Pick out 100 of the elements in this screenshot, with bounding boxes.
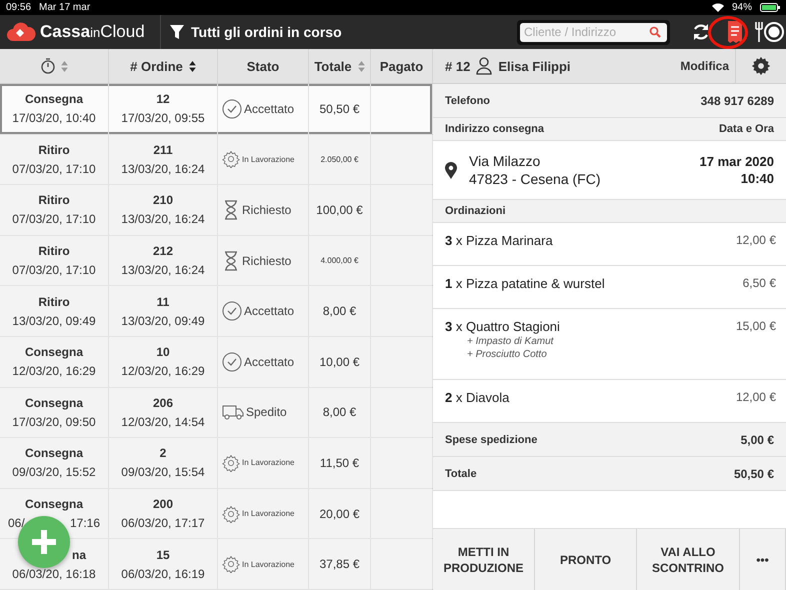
created-time: 09/03/20, 15:54 <box>121 465 205 480</box>
item-price: 6,50 € <box>742 276 776 292</box>
created-time: 12/03/20, 16:29 <box>121 364 205 378</box>
address-label: Indirizzo consegna <box>445 123 544 135</box>
order-status: Richiesto <box>242 254 292 268</box>
due-time: 07/03/20, 17:10 <box>12 263 96 278</box>
item-extra: + Impasto di Kamut <box>466 336 555 347</box>
order-row[interactable]: Ritiro 07/03/20, 17:10 212 13/03/20, 16:24 Richiesto 4.000,00 € <box>0 236 432 286</box>
orders-label: Ordinazioni <box>445 205 506 217</box>
summary-label: Totale <box>445 468 477 480</box>
order-row[interactable]: Consegna 17/03/20, 09:50 206 12/03/20, 14:54 Spedito 8,00 € <box>0 388 432 438</box>
city: 47823 - Cesena (FC) <box>469 171 602 187</box>
order-row[interactable]: na 06/03/20, 16:18 15 06/03/20, 16:19 In Lavorazione 37,85 € <box>0 539 432 590</box>
item-price: 12,00 € <box>736 233 776 249</box>
customer-name: Elisa Filippi <box>498 58 571 74</box>
created-time: 13/03/20, 16:24 <box>121 162 205 176</box>
order-type: Ritiro <box>38 193 70 208</box>
order-row[interactable]: Consegna 06/ 17:16 200 06/03/20, 17:17 In Lavorazione 20,00 € <box>0 488 432 540</box>
order-status: Accettato <box>244 354 294 369</box>
order-status: In Lavorazione <box>242 154 294 164</box>
check-circle-icon <box>222 301 242 322</box>
order-type: Ritiro <box>38 294 70 309</box>
status-date: Mar 17 mar <box>39 2 90 13</box>
order-row[interactable]: Ritiro 07/03/20, 17:10 210 13/03/20, 16:24 Richiesto 100,00 € <box>0 185 432 236</box>
hourglass-icon <box>222 250 240 271</box>
column-header[interactable]: Totale <box>309 49 371 83</box>
delivery-time: 10:40 <box>740 171 774 186</box>
receipt-icon <box>726 20 744 44</box>
check-circle-icon <box>222 98 242 119</box>
item-price: 12,00 € <box>736 390 776 406</box>
plus-icon <box>32 530 56 554</box>
due-time: 06/03/20, 16:18 <box>12 566 96 581</box>
order-total: 50,50 € <box>319 102 360 116</box>
order-row[interactable]: Ritiro 07/03/20, 17:10 211 13/03/20, 16:24 In Lavorazione 2.050,00 € <box>0 134 432 186</box>
refresh-icon <box>691 22 711 42</box>
due-time: 12/03/20, 16:29 <box>12 364 96 378</box>
order-row[interactable]: Consegna 12/03/20, 16:29 10 12/03/20, 16:29 Accettato 10,00 € <box>0 336 432 388</box>
due-time: 17/03/20, 10:40 <box>12 111 96 126</box>
gear-icon <box>222 555 240 574</box>
settings-icon <box>751 56 771 76</box>
phone-number: 348 917 6289 <box>700 94 774 108</box>
order-status: Spedito <box>246 405 287 420</box>
search-field[interactable]: Cliente / Indirizzo <box>520 22 667 42</box>
cloud-logo-icon <box>6 22 36 42</box>
order-type: Consegna <box>24 345 83 360</box>
order-row[interactable]: Consegna 09/03/20, 15:52 2 09/03/20, 15:54 In Lavorazione 11,50 € <box>0 438 432 489</box>
gear-icon <box>222 504 240 523</box>
order-status: Richiesto <box>242 202 292 217</box>
datetime-label: Data e Ora <box>718 123 774 135</box>
order-type: Consegna <box>24 92 83 106</box>
delivery-date: 17 mar 2020 <box>700 154 774 169</box>
due-time: 13/03/20, 09:49 <box>12 314 96 328</box>
created-time: 13/03/20, 16:24 <box>121 263 205 278</box>
order-status: In Lavorazione <box>242 509 294 518</box>
summary-value: 50,50 € <box>734 466 774 480</box>
filter-icon[interactable] <box>169 24 185 40</box>
location-pin-icon <box>445 162 457 178</box>
column-header[interactable]: # Ordine <box>109 49 218 83</box>
check-circle-icon <box>222 352 242 372</box>
order-total: 2.050,00 € <box>320 154 358 164</box>
battery-percent: 94% <box>732 2 752 13</box>
order-total: 100,00 € <box>316 202 363 217</box>
order-row[interactable]: Consegna 17/03/20, 10:40 12 17/03/20, 09:55 Accettato 50,50 € <box>0 84 432 135</box>
created-time: 13/03/20, 16:24 <box>121 212 205 226</box>
column-header[interactable]: Stato <box>218 49 309 83</box>
order-type: Ritiro <box>38 142 70 157</box>
clock-time: 09:56 <box>6 2 32 13</box>
order-type: Consegna <box>24 446 83 460</box>
created-time: 12/03/20, 14:54 <box>121 414 205 429</box>
phone-label: Telefono <box>445 94 490 106</box>
hourglass-icon <box>222 200 240 220</box>
order-number: 12 <box>156 92 170 106</box>
order-type: na <box>72 548 86 562</box>
item-name: 2 x Diavola <box>445 390 510 405</box>
order-number: 206 <box>152 396 174 410</box>
order-status: Accettato <box>244 102 294 116</box>
due-time: 17/03/20, 09:50 <box>12 414 96 429</box>
stopwatch-icon <box>40 58 54 74</box>
summary-value: 5,00 € <box>740 432 774 446</box>
street: Via Milazzo <box>469 153 542 169</box>
order-status: Accettato <box>244 304 294 318</box>
created-time: 06/03/20, 17:17 <box>121 516 205 530</box>
due-time: 17:16 <box>70 516 100 530</box>
order-number: 2 <box>160 446 166 460</box>
due-time: 07/03/20, 17:10 <box>12 162 96 176</box>
order-number: 11 <box>156 294 170 309</box>
brand-name: CassainCloud <box>40 22 145 42</box>
order-total: 4.000,00 € <box>320 256 358 266</box>
order-total: 10,00 € <box>319 354 360 369</box>
due-time: 06/ <box>8 516 25 530</box>
gear-icon <box>222 150 240 168</box>
order-row[interactable]: Ritiro 13/03/20, 09:49 11 13/03/20, 09:49 Accettato 8,00 € <box>0 286 432 337</box>
due-time: 07/03/20, 17:10 <box>12 212 96 226</box>
order-type: Consegna <box>24 497 83 512</box>
order-number: 212 <box>152 244 174 258</box>
order-number: 15 <box>156 548 170 562</box>
order-total: 8,00 € <box>322 304 356 318</box>
filter-title: Tutti gli ordini in corso <box>191 24 342 40</box>
order-total: 8,00 € <box>322 405 356 420</box>
order-total: 37,85 € <box>319 557 360 572</box>
